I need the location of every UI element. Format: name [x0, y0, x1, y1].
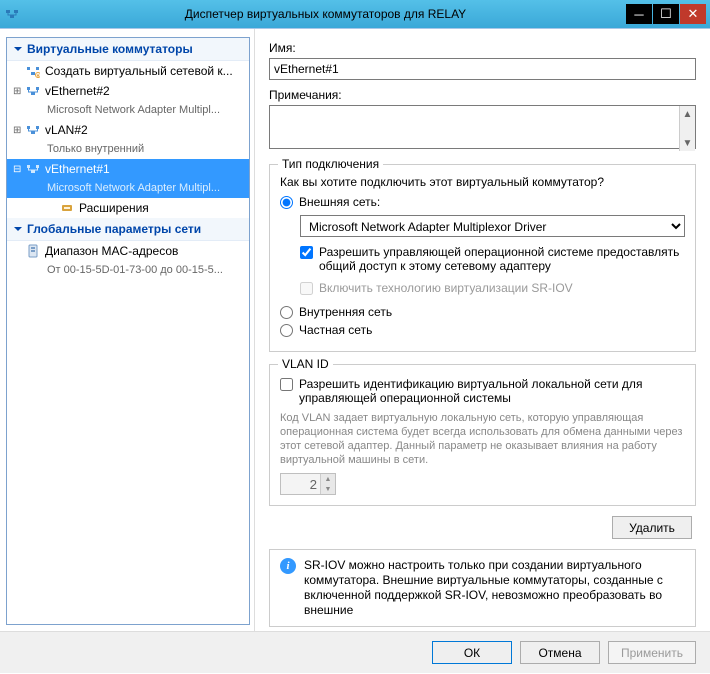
tree-item-label: vEthernet#2: [45, 84, 110, 99]
tree-item-label: vLAN#2: [45, 123, 88, 138]
minimize-button[interactable]: ─: [626, 4, 652, 24]
name-input[interactable]: [269, 58, 696, 80]
checkbox-vlan-enable[interactable]: [280, 378, 293, 391]
switch-icon: [25, 83, 41, 99]
tree-item-create-switch[interactable]: ★ Создать виртуальный сетевой к...: [7, 61, 249, 81]
tree-item-vethernet2-sub: Microsoft Network Adapter Multipl...: [7, 101, 249, 120]
spin-down-icon: ▼: [320, 484, 335, 494]
collapse-icon: [13, 44, 23, 54]
svg-text:★: ★: [36, 73, 40, 78]
checkbox-sriov: [300, 282, 313, 295]
tree-item-label: Создать виртуальный сетевой к...: [45, 64, 233, 79]
tree-item-sublabel: Только внутренний: [47, 142, 144, 157]
notes-label: Примечания:: [269, 88, 696, 102]
close-button[interactable]: ✕: [680, 4, 706, 24]
delete-button[interactable]: Удалить: [612, 516, 692, 539]
tree-item-sublabel: От 00-15-5D-01-73-00 до 00-15-5...: [47, 263, 223, 278]
tree-header-switches-label: Виртуальные коммутаторы: [27, 42, 193, 56]
mac-range-icon: [25, 243, 41, 259]
expand-icon[interactable]: ⊞: [13, 84, 25, 99]
maximize-button[interactable]: ☐: [653, 4, 679, 24]
ok-button[interactable]: ОК: [432, 641, 512, 664]
collapse-icon: [13, 224, 23, 234]
vlan-help-text: Код VLAN задает виртуальную локальную се…: [280, 411, 685, 467]
title-bar: Диспетчер виртуальных коммутаторов для R…: [0, 0, 710, 28]
tree-item-label: Диапазон MAC-адресов: [45, 244, 178, 259]
cancel-button[interactable]: Отмена: [520, 641, 600, 664]
checkbox-sriov-label: Включить технологию виртуализации SR-IOV: [319, 281, 573, 295]
tree-item-mac-range-sub: От 00-15-5D-01-73-00 до 00-15-5...: [7, 261, 249, 280]
radio-internal-label: Внутренняя сеть: [299, 305, 392, 319]
connection-type-legend: Тип подключения: [278, 157, 383, 171]
extensions-icon: [59, 200, 75, 216]
window-title: Диспетчер виртуальных коммутаторов для R…: [26, 7, 625, 21]
apply-button: Применить: [608, 641, 696, 664]
vlan-group: VLAN ID Разрешить идентификацию виртуаль…: [269, 364, 696, 506]
scroll-down-icon[interactable]: ▼: [680, 135, 695, 151]
tree-item-vlan2-sub: Только внутренний: [7, 140, 249, 159]
info-icon: i: [280, 558, 296, 574]
adapter-select[interactable]: Microsoft Network Adapter Multiplexor Dr…: [300, 215, 685, 237]
new-switch-icon: ★: [25, 63, 41, 79]
spin-up-icon: ▲: [320, 474, 335, 484]
checkbox-allow-mgmt[interactable]: [300, 246, 313, 259]
sriov-info-box: i SR-IOV можно настроить только при созд…: [269, 549, 696, 627]
radio-private[interactable]: [280, 324, 293, 337]
tree-item-vethernet2[interactable]: ⊞ vEthernet#2: [7, 81, 249, 101]
scroll-up-icon[interactable]: ▲: [680, 106, 695, 122]
radio-private-label: Частная сеть: [299, 323, 372, 337]
tree-item-vethernet1-sub: Microsoft Network Adapter Multipl...: [7, 179, 249, 198]
app-icon: [4, 6, 20, 22]
tree-header-global: Глобальные параметры сети: [7, 218, 249, 241]
expand-icon[interactable]: ⊞: [13, 123, 25, 138]
tree-item-sublabel: Microsoft Network Adapter Multipl...: [47, 103, 220, 118]
sriov-info-text: SR-IOV можно настроить только при создан…: [304, 558, 685, 618]
checkbox-allow-mgmt-label: Разрешить управляющей операционной систе…: [319, 245, 685, 273]
radio-external-label: Внешняя сеть:: [299, 195, 380, 209]
scrollbar[interactable]: ▲ ▼: [679, 106, 695, 151]
tree-header-global-label: Глобальные параметры сети: [27, 222, 201, 236]
switch-icon: [25, 122, 41, 138]
collapse-icon[interactable]: ⊟: [13, 162, 25, 177]
vlan-legend: VLAN ID: [278, 357, 333, 371]
checkbox-vlan-enable-label: Разрешить идентификацию виртуальной лока…: [299, 377, 685, 405]
dialog-button-bar: ОК Отмена Применить: [0, 631, 710, 673]
tree-item-vlan2[interactable]: ⊞ vLAN#2: [7, 120, 249, 140]
tree-header-switches: Виртуальные коммутаторы: [7, 38, 249, 61]
left-panel: Виртуальные коммутаторы ★ Создать виртуа…: [0, 29, 255, 631]
tree-item-sublabel: Microsoft Network Adapter Multipl...: [47, 181, 220, 196]
vlan-spinner: ▲ ▼: [320, 474, 335, 494]
tree-item-vethernet1[interactable]: ⊟ vEthernet#1: [7, 159, 249, 179]
radio-external[interactable]: [280, 196, 293, 209]
tree-item-label: Расширения: [79, 201, 149, 216]
connection-type-group: Тип подключения Как вы хотите подключить…: [269, 164, 696, 352]
name-label: Имя:: [269, 41, 696, 55]
notes-textarea[interactable]: [269, 105, 696, 149]
switch-tree: Виртуальные коммутаторы ★ Создать виртуа…: [6, 37, 250, 625]
connection-prompt: Как вы хотите подключить этот виртуальны…: [280, 175, 685, 189]
tree-item-mac-range[interactable]: Диапазон MAC-адресов: [7, 241, 249, 261]
properties-panel: Имя: Примечания: ▲ ▼ Тип подключения Как…: [255, 29, 710, 631]
switch-icon: [25, 161, 41, 177]
tree-item-label: vEthernet#1: [45, 162, 110, 177]
radio-internal[interactable]: [280, 306, 293, 319]
tree-item-extensions[interactable]: Расширения: [7, 198, 249, 218]
